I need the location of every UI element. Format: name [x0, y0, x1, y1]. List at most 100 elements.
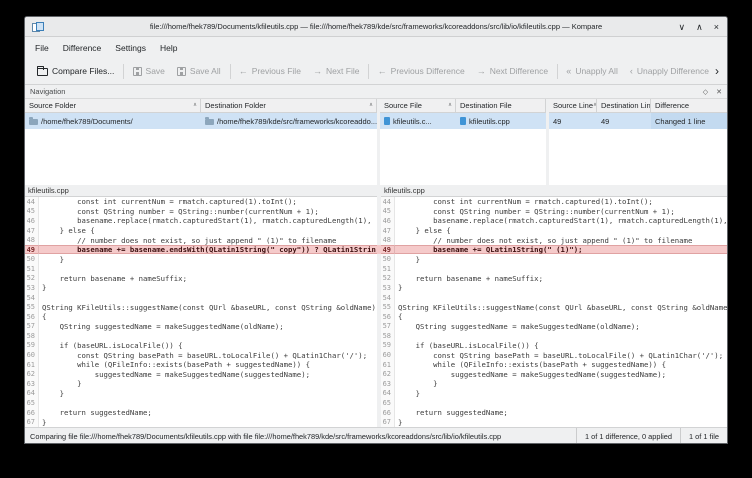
- column-header-source-file[interactable]: Source File ∧: [380, 99, 456, 112]
- line-text: const QString basePath = baseURL.toLocal…: [395, 351, 723, 360]
- column-header-destination-file[interactable]: Destination File: [456, 99, 546, 112]
- close-panel-icon[interactable]: ✕: [716, 88, 722, 96]
- code-line-48[interactable]: 48 // number does not exist, so just app…: [381, 235, 727, 245]
- code-line-56[interactable]: 56{: [381, 312, 727, 322]
- diff-connector: [377, 245, 381, 255]
- line-number: 67: [381, 417, 395, 427]
- line-number: 62: [381, 369, 395, 379]
- code-line-48[interactable]: 48 // number does not exist, so just app…: [25, 235, 377, 245]
- code-line-56[interactable]: 56{: [25, 312, 377, 322]
- next-difference-button[interactable]: →Next Difference: [471, 63, 554, 79]
- save-all-icon: [177, 67, 186, 76]
- float-panel-icon[interactable]: ◇: [703, 88, 708, 96]
- code-line-67[interactable]: 67}: [381, 417, 727, 427]
- line-text: }: [395, 283, 402, 292]
- line-text: while (QFileInfo::exists(basePath + sugg…: [395, 360, 666, 369]
- code-line-61[interactable]: 61 while (QFileInfo::exists(basePath + s…: [381, 360, 727, 370]
- unapply-difference-button[interactable]: ‹Unapply Difference: [624, 63, 715, 79]
- code-line-53[interactable]: 53}: [381, 283, 727, 293]
- code-line-59[interactable]: 59 if (baseURL.isLocalFile()) {: [25, 341, 377, 351]
- code-line-54[interactable]: 54: [25, 293, 377, 303]
- code-line-65[interactable]: 65: [25, 398, 377, 408]
- navigation-panel-header[interactable]: Navigation ◇ ✕: [25, 85, 727, 99]
- previous-difference-button[interactable]: ←Previous Difference: [372, 63, 471, 79]
- code-line-49[interactable]: 49 basename += QLatin1String(" (1)");: [381, 245, 727, 255]
- source-folder-cell[interactable]: /home/fhek789/Documents/: [25, 113, 201, 129]
- code-line-57[interactable]: 57 QString suggestedName = makeSuggested…: [381, 322, 727, 332]
- code-line-55[interactable]: 55QString KFileUtils::suggestName(const …: [381, 302, 727, 312]
- code-line-53[interactable]: 53}: [25, 283, 377, 293]
- source-line-cell[interactable]: 49: [549, 113, 597, 129]
- code-line-62[interactable]: 62 suggestedName = makeSuggestedName(sug…: [381, 369, 727, 379]
- code-line-66[interactable]: 66 return suggestedName;: [25, 408, 377, 418]
- folders-row[interactable]: /home/fhek789/Documents/ /home/fhek789/k…: [25, 113, 377, 129]
- titlebar[interactable]: file:///home/fhek789/Documents/kfileutil…: [25, 17, 727, 37]
- menu-difference[interactable]: Difference: [56, 40, 109, 56]
- destination-code-view[interactable]: 44 const int currentNum = rmatch.capture…: [381, 197, 727, 427]
- code-line-51[interactable]: 51: [381, 264, 727, 274]
- line-text: return basename + nameSuffix;: [395, 274, 543, 283]
- code-line-60[interactable]: 60 const QString basePath = baseURL.toLo…: [381, 350, 727, 360]
- code-line-44[interactable]: 44 const int currentNum = rmatch.capture…: [381, 197, 727, 207]
- line-text: const QString number = QString::number(c…: [395, 207, 675, 216]
- menu-help[interactable]: Help: [153, 40, 184, 56]
- source-code-view[interactable]: 44 const int currentNum = rmatch.capture…: [25, 197, 377, 427]
- menu-settings[interactable]: Settings: [108, 40, 153, 56]
- compare-files-button[interactable]: Compare Files...: [31, 63, 120, 79]
- code-line-64[interactable]: 64 }: [381, 389, 727, 399]
- menu-file[interactable]: File: [28, 40, 56, 56]
- code-line-47[interactable]: 47 } else {: [25, 226, 377, 236]
- code-line-60[interactable]: 60 const QString basePath = baseURL.toLo…: [25, 350, 377, 360]
- column-header-difference[interactable]: Difference: [651, 99, 727, 112]
- close-button[interactable]: ×: [714, 23, 719, 32]
- column-header-source-line[interactable]: Source Line ∧: [549, 99, 597, 112]
- code-line-47[interactable]: 47 } else {: [381, 226, 727, 236]
- destination-line-cell[interactable]: 49: [597, 113, 651, 129]
- code-line-55[interactable]: 55QString KFileUtils::suggestName(const …: [25, 302, 377, 312]
- column-header-destination-folder[interactable]: Destination Folder ∧: [201, 99, 377, 112]
- column-header-destination-line[interactable]: Destination Lin: [597, 99, 651, 112]
- source-file-cell[interactable]: kfileutils.c...: [380, 113, 456, 129]
- code-line-67[interactable]: 67}: [25, 417, 377, 427]
- save-all-button[interactable]: Save All: [171, 63, 227, 79]
- code-line-59[interactable]: 59 if (baseURL.isLocalFile()) {: [381, 341, 727, 351]
- previous-file-button[interactable]: ←Previous File: [233, 63, 307, 79]
- destination-folder-cell[interactable]: /home/fhek789/kde/src/frameworks/kcoread…: [201, 113, 377, 129]
- difference-cell[interactable]: Changed 1 line: [651, 113, 727, 129]
- code-line-63[interactable]: 63 }: [381, 379, 727, 389]
- code-line-54[interactable]: 54: [381, 293, 727, 303]
- pane-splitter[interactable]: [377, 185, 381, 427]
- code-line-46[interactable]: 46 basename.replace(rmatch.capturedStart…: [25, 216, 377, 226]
- code-line-52[interactable]: 52 return basename + nameSuffix;: [25, 274, 377, 284]
- code-line-45[interactable]: 45 const QString number = QString::numbe…: [381, 207, 727, 217]
- code-line-57[interactable]: 57 QString suggestedName = makeSuggested…: [25, 322, 377, 332]
- code-line-51[interactable]: 51: [25, 264, 377, 274]
- maximize-button[interactable]: ∧: [696, 23, 703, 32]
- code-line-50[interactable]: 50 }: [381, 254, 727, 264]
- column-header-source-folder[interactable]: Source Folder ∧: [25, 99, 201, 112]
- code-line-65[interactable]: 65: [381, 398, 727, 408]
- code-line-63[interactable]: 63 }: [25, 379, 377, 389]
- code-line-64[interactable]: 64 }: [25, 389, 377, 399]
- code-line-49[interactable]: 49 basename += basename.endsWith(QLatin1…: [25, 245, 377, 255]
- code-line-58[interactable]: 58: [381, 331, 727, 341]
- unapply-all-button[interactable]: «Unapply All: [560, 63, 624, 79]
- minimize-button[interactable]: ∨: [679, 23, 686, 32]
- code-line-58[interactable]: 58: [25, 331, 377, 341]
- files-row[interactable]: kfileutils.c... kfileutils.cpp: [380, 113, 546, 129]
- diff-view: kfileutils.cpp 44 const int currentNum =…: [25, 185, 727, 427]
- code-line-50[interactable]: 50 }: [25, 254, 377, 264]
- code-line-66[interactable]: 66 return suggestedName;: [381, 408, 727, 418]
- code-line-62[interactable]: 62 suggestedName = makeSuggestedName(sug…: [25, 369, 377, 379]
- code-line-45[interactable]: 45 const QString number = QString::numbe…: [25, 207, 377, 217]
- code-line-61[interactable]: 61 while (QFileInfo::exists(basePath + s…: [25, 360, 377, 370]
- code-line-46[interactable]: 46 basename.replace(rmatch.capturedStart…: [381, 216, 727, 226]
- destination-file-cell[interactable]: kfileutils.cpp: [456, 113, 546, 129]
- next-file-button[interactable]: →Next File: [307, 63, 366, 79]
- code-line-44[interactable]: 44 const int currentNum = rmatch.capture…: [25, 197, 377, 207]
- code-line-52[interactable]: 52 return basename + nameSuffix;: [381, 274, 727, 284]
- save-button[interactable]: Save: [127, 63, 171, 79]
- lines-row[interactable]: 49 49 Changed 1 line: [549, 113, 727, 129]
- toolbar-overflow-chevron-icon[interactable]: ›: [715, 64, 721, 78]
- toolbar-button-label: Next File: [326, 66, 360, 76]
